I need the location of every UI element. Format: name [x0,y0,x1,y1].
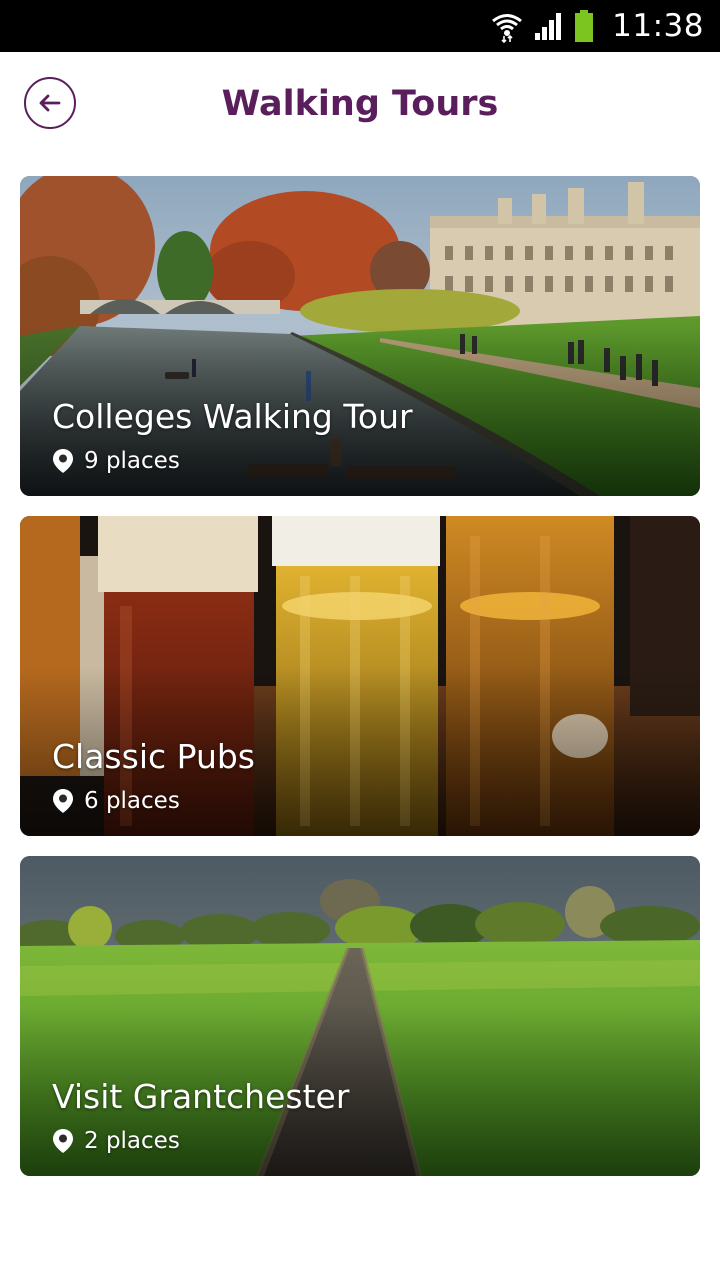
tour-places: 9 places [52,446,180,476]
signal-icon [535,13,562,40]
tour-places: 2 places [52,1126,180,1156]
tour-card-pubs[interactable]: Classic Pubs 6 places [20,516,700,836]
wifi-icon [492,14,523,43]
places-count: 9 places [84,448,180,474]
places-count: 6 places [84,788,180,814]
places-count: 2 places [84,1128,180,1154]
page-title: Walking Tours [221,84,499,124]
location-pin-icon [53,1129,73,1153]
status-bar: 11:38 [0,0,720,52]
app-header: Walking Tours [0,52,720,156]
tour-title: Colleges Walking Tour [52,397,413,436]
tour-card-colleges[interactable]: Colleges Walking Tour 9 places [20,176,700,496]
tour-list: Colleges Walking Tour 9 places Classic P… [20,176,700,1196]
battery-icon [575,10,594,42]
clock: 11:38 [612,8,704,44]
status-icons: 11:38 [490,0,704,52]
tour-places: 6 places [52,786,180,816]
location-pin-icon [53,449,73,473]
tour-title: Visit Grantchester [52,1077,350,1116]
tour-card-grantchester[interactable]: Visit Grantchester 2 places [20,856,700,1176]
tour-title: Classic Pubs [52,737,255,776]
location-pin-icon [53,789,73,813]
